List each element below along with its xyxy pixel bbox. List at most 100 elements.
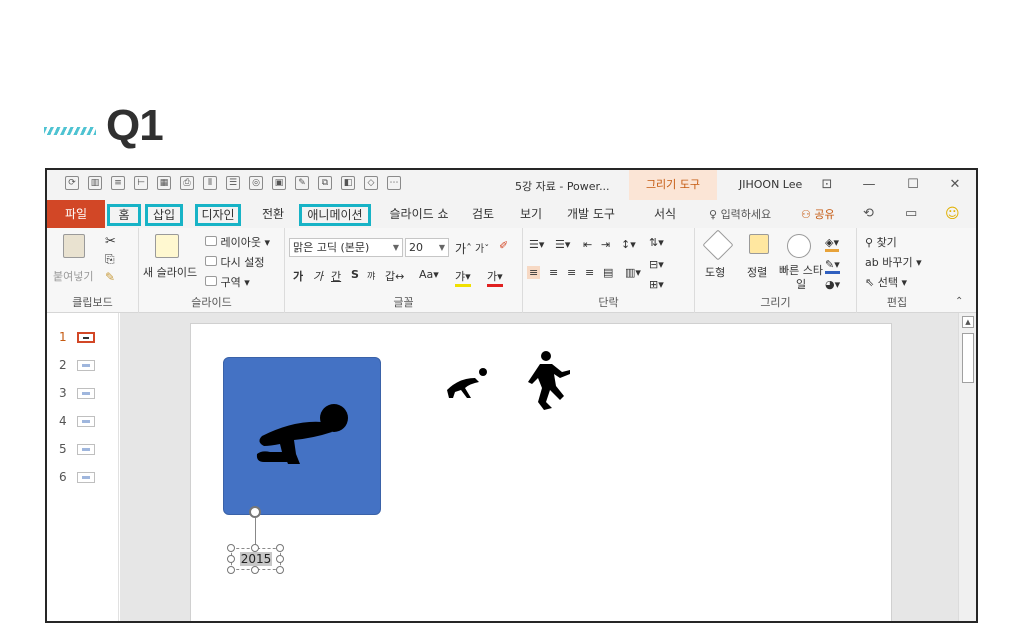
resize-handle[interactable] [227, 566, 235, 574]
resize-handle[interactable] [251, 544, 259, 552]
vertical-scrollbar[interactable]: ▲ [958, 313, 976, 621]
underline-icon[interactable]: 간 [331, 268, 341, 284]
image-icon[interactable]: ▣ [272, 176, 286, 190]
shapes-button[interactable]: 도형 [705, 264, 725, 280]
distribute-icon[interactable]: ▤ [603, 266, 613, 279]
more-icon[interactable]: ⋯ [387, 176, 401, 190]
shape-outline-icon[interactable]: ✎▾ [825, 258, 840, 274]
smartart-icon[interactable]: ⊞▾ [649, 278, 664, 291]
collapse-ribbon-icon[interactable]: ⌃ [955, 296, 963, 307]
comment-icon[interactable]: ▭ [905, 206, 917, 221]
line-spacing-icon[interactable]: ↕▾ [621, 238, 636, 251]
select-button[interactable]: ⇖ 선택 ▾ [865, 274, 907, 290]
quick-styles-icon[interactable] [787, 234, 811, 261]
bullets-icon[interactable]: ☰▾ [529, 238, 544, 251]
resize-handle[interactable] [276, 544, 284, 552]
quick-styles-button[interactable]: 빠른 스타일 [779, 264, 823, 292]
slide-thumbnail[interactable]: 3 [59, 383, 95, 403]
slide-thumbnail[interactable]: 2 [59, 355, 95, 375]
paste-button[interactable] [57, 234, 91, 264]
save-icon[interactable]: ⟳ [65, 176, 79, 190]
justify-icon[interactable]: ≡ [585, 266, 594, 279]
arrange-icon[interactable]: ⧉ [318, 176, 332, 190]
rotate-handle[interactable] [249, 506, 261, 518]
replace-button[interactable]: ab 바꾸기 ▾ [865, 254, 922, 270]
section-button[interactable]: 구역 ▾ [205, 274, 250, 290]
resize-handle[interactable] [276, 566, 284, 574]
ribbon-display-icon[interactable]: ⊡ [817, 175, 837, 195]
chart-icon[interactable]: ▥ [88, 176, 102, 190]
shape-fill-icon[interactable]: ◈▾ [825, 236, 839, 252]
close-button[interactable]: ✕ [945, 175, 965, 195]
align-text-icon[interactable]: ⊟▾ [649, 258, 664, 271]
find-button[interactable]: ⚲ 찾기 [865, 234, 897, 250]
resize-handle[interactable] [276, 555, 284, 563]
tab-transitions[interactable]: 전환 [255, 204, 291, 226]
tab-file[interactable]: 파일 [47, 200, 105, 228]
strike-icon[interactable]: 꺄 [367, 269, 375, 282]
arrange-icon[interactable] [749, 234, 769, 257]
format-painter-icon[interactable]: ✎ [105, 270, 115, 284]
slide-canvas[interactable]: 2015 [190, 323, 892, 621]
tell-me-box[interactable]: ♀ 입력하세요 [709, 206, 771, 222]
maximize-button[interactable]: ☐ [903, 175, 923, 195]
bold-icon[interactable]: 가 [293, 268, 303, 284]
tab-format[interactable]: 서식 [645, 204, 685, 226]
tab-animations[interactable]: 애니메이션 [299, 204, 371, 226]
user-name[interactable]: JIHOON Lee [739, 178, 802, 191]
tab-insert[interactable]: 삽입 [145, 204, 183, 226]
history-icon[interactable]: ⟲ [863, 206, 874, 221]
minimize-button[interactable]: — [859, 175, 879, 195]
align-center-icon[interactable]: ≡ [549, 266, 558, 279]
new-slide-button[interactable]: 새 슬라이드 [143, 264, 197, 280]
crawling-person-icon[interactable] [441, 364, 491, 404]
align-left-icon[interactable]: ≡ [527, 266, 541, 279]
reset-button[interactable]: 다시 설정 [205, 254, 264, 270]
font-name-select[interactable]: 맑은 고딕 (본문) ▼ [289, 238, 403, 257]
align-right-icon[interactable]: ≡ [567, 266, 576, 279]
resize-handle[interactable] [227, 555, 235, 563]
align-icon[interactable]: ≡ [111, 176, 125, 190]
columns-icon[interactable]: ▥▾ [625, 266, 641, 279]
tab-home[interactable]: 홈 [107, 204, 141, 226]
numbering-icon[interactable]: ☰▾ [555, 238, 570, 251]
spacing-icon[interactable]: 갑↔ [385, 268, 404, 284]
clear-format-icon[interactable]: ✐ [499, 239, 508, 252]
resize-handle[interactable] [251, 566, 259, 574]
running-person-icon[interactable] [526, 350, 576, 412]
share-button[interactable]: ⚇ 공유 [801, 206, 835, 222]
new-slide-icon[interactable] [155, 234, 179, 261]
font-size-select[interactable]: 20 ▼ [405, 238, 449, 257]
tab-developer[interactable]: 개발 도구 [561, 204, 621, 226]
slide-thumbnail[interactable]: 1 [59, 327, 95, 347]
highlight-icon[interactable]: 갸▾ [455, 268, 471, 287]
increase-indent-icon[interactable]: ⇥ [601, 238, 610, 251]
shadow-icon[interactable]: S [351, 268, 359, 281]
columns-icon[interactable]: ⫴ [203, 176, 217, 190]
decrease-indent-icon[interactable]: ⇤ [583, 238, 592, 251]
slide-thumbnail[interactable]: 6 [59, 467, 95, 487]
layout-button[interactable]: 레이아웃 ▾ [205, 234, 270, 250]
align-left-icon[interactable]: ⊢ [134, 176, 148, 190]
font-color-icon[interactable]: 가▾ [487, 268, 503, 287]
text-direction-icon[interactable]: ⇅▾ [649, 236, 664, 249]
outline-icon[interactable]: ◇ [364, 176, 378, 190]
print-icon[interactable]: ⎙ [180, 176, 194, 190]
copy-icon[interactable]: ⎘ [105, 252, 115, 267]
pen-icon[interactable]: ✎ [295, 176, 309, 190]
italic-icon[interactable]: 가 [313, 268, 323, 284]
scroll-thumb[interactable] [962, 333, 974, 383]
lines-icon[interactable]: ☰ [226, 176, 240, 190]
tab-review[interactable]: 검토 [465, 204, 501, 226]
grow-font-icon[interactable]: 가ˆ [455, 240, 472, 257]
slide-thumbnail[interactable]: 4 [59, 411, 95, 431]
table-icon[interactable]: ▦ [157, 176, 171, 190]
scroll-up-icon[interactable]: ▲ [962, 316, 974, 328]
cut-icon[interactable]: ✂ [105, 234, 116, 249]
tab-slideshow[interactable]: 슬라이드 쇼 [383, 204, 455, 226]
tab-view[interactable]: 보기 [513, 204, 549, 226]
shape-effects-icon[interactable]: ◕▾ [825, 278, 840, 291]
smiley-icon[interactable]: ☺ [945, 206, 960, 222]
resize-handle[interactable] [227, 544, 235, 552]
change-case-icon[interactable]: Aa▾ [419, 268, 439, 281]
